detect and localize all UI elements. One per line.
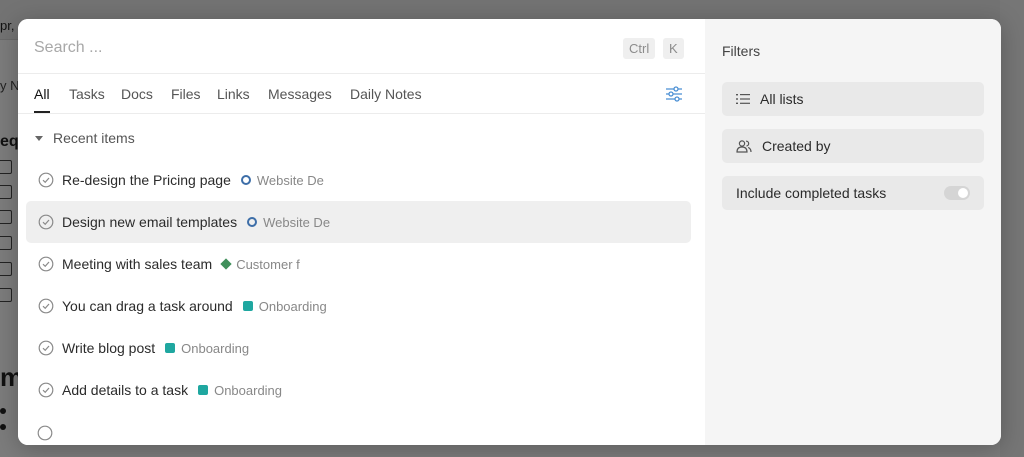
- list-tag-label: Onboarding: [181, 340, 250, 356]
- include-completed-row: Include completed tasks: [722, 176, 984, 210]
- include-completed-label: Include completed tasks: [736, 185, 887, 201]
- list-icon: [736, 94, 750, 104]
- background-text: y N: [0, 78, 20, 93]
- background-checkbox: [0, 185, 12, 199]
- background-bullet: [0, 424, 6, 430]
- tab-daily-notes[interactable]: Daily Notes: [350, 86, 422, 111]
- include-completed-toggle[interactable]: [944, 186, 970, 200]
- check-circle-icon[interactable]: [38, 298, 54, 314]
- check-circle-icon[interactable]: [38, 340, 54, 356]
- background-checkbox: [0, 210, 12, 224]
- shortcut-key-ctrl: Ctrl: [623, 38, 656, 59]
- tab-messages[interactable]: Messages: [268, 86, 332, 111]
- caret-down-icon: [35, 135, 43, 141]
- recent-items-label: Recent items: [53, 130, 135, 146]
- background-checkbox: [0, 262, 12, 276]
- item-title: Add details to a task: [62, 382, 189, 398]
- list-item[interactable]: Meeting with sales team Customer f: [26, 243, 691, 285]
- check-circle-icon[interactable]: [38, 382, 54, 398]
- list-tag-label: Onboarding: [258, 298, 327, 314]
- list-tag-label: Customer f: [236, 256, 300, 272]
- all-lists-label: All lists: [760, 91, 804, 107]
- recent-items-header[interactable]: Recent items: [35, 130, 135, 146]
- list-square-icon: [165, 343, 176, 353]
- list-square-icon: [242, 301, 253, 311]
- background-text: pr,: [0, 18, 15, 33]
- search-input[interactable]: [34, 35, 594, 61]
- list-tag: Website De: [247, 215, 330, 230]
- list-item[interactable]: You can drag a task around Onboarding: [26, 285, 691, 327]
- list-tag: Website De: [240, 172, 324, 188]
- users-icon: [736, 140, 752, 153]
- list-tag: Onboarding: [165, 341, 249, 356]
- list-item[interactable]: Design new email templates Website De: [26, 201, 691, 243]
- item-title: You can drag a task around: [62, 298, 233, 314]
- list-square-icon: [198, 385, 209, 395]
- filters-title: Filters: [722, 43, 761, 59]
- list-item[interactable]: Write blog post Onboarding: [26, 327, 691, 369]
- background-heading: eq: [0, 133, 19, 150]
- list-tag: Customer f: [220, 256, 300, 272]
- search-bar: Ctrl K: [18, 19, 705, 74]
- tab-all[interactable]: All: [34, 86, 50, 113]
- tab-files[interactable]: Files: [171, 86, 201, 111]
- list-tag: Onboarding: [242, 298, 327, 314]
- created-by-label: Created by: [762, 138, 831, 154]
- check-circle-icon[interactable]: [38, 172, 54, 188]
- item-title: Design new email templates: [62, 214, 238, 230]
- list-item[interactable]: Add details to a task Onboarding: [26, 369, 691, 411]
- filters-pane: Filters All lists Created by Include com…: [705, 19, 1001, 445]
- check-circle-icon: [37, 425, 53, 441]
- list-tag-label: Onboarding: [214, 382, 283, 398]
- list-diamond-icon: [220, 258, 232, 270]
- item-title: Meeting with sales team: [62, 256, 213, 272]
- background-checkbox: [0, 288, 12, 302]
- background-checkbox: [0, 160, 12, 174]
- search-tabs: All Tasks Docs Files Links Messages Dail…: [18, 74, 705, 114]
- list-tag-label: Website De: [256, 172, 324, 188]
- sliders-icon[interactable]: [664, 84, 684, 104]
- list-tag: Onboarding: [198, 383, 282, 398]
- shortcut-key-k: K: [663, 38, 684, 59]
- all-lists-button[interactable]: All lists: [722, 82, 984, 116]
- background-bullet: [0, 408, 6, 414]
- list-ring-icon: [247, 217, 258, 227]
- check-circle-icon[interactable]: [38, 214, 54, 230]
- tab-docs[interactable]: Docs: [121, 86, 153, 111]
- tab-tasks[interactable]: Tasks: [69, 86, 105, 111]
- list-ring-icon: [240, 175, 251, 185]
- check-circle-icon[interactable]: [38, 256, 54, 272]
- background-right-strip: [1000, 0, 1024, 457]
- list-item[interactable]: Re-design the Pricing page Website De: [26, 159, 691, 201]
- search-modal: Ctrl K All Tasks Docs Files Links Messag…: [18, 19, 1001, 445]
- toggle-knob: [958, 188, 968, 198]
- item-title: Write blog post: [62, 340, 156, 356]
- list-tag-label: Website De: [263, 214, 331, 230]
- tab-links[interactable]: Links: [217, 86, 250, 111]
- item-title: Re-design the Pricing page: [62, 172, 231, 188]
- created-by-button[interactable]: Created by: [722, 129, 984, 163]
- search-results-pane: Ctrl K All Tasks Docs Files Links Messag…: [18, 19, 705, 445]
- background-checkbox: [0, 236, 12, 250]
- recent-items-list: Re-design the Pricing page Website De De…: [26, 159, 691, 411]
